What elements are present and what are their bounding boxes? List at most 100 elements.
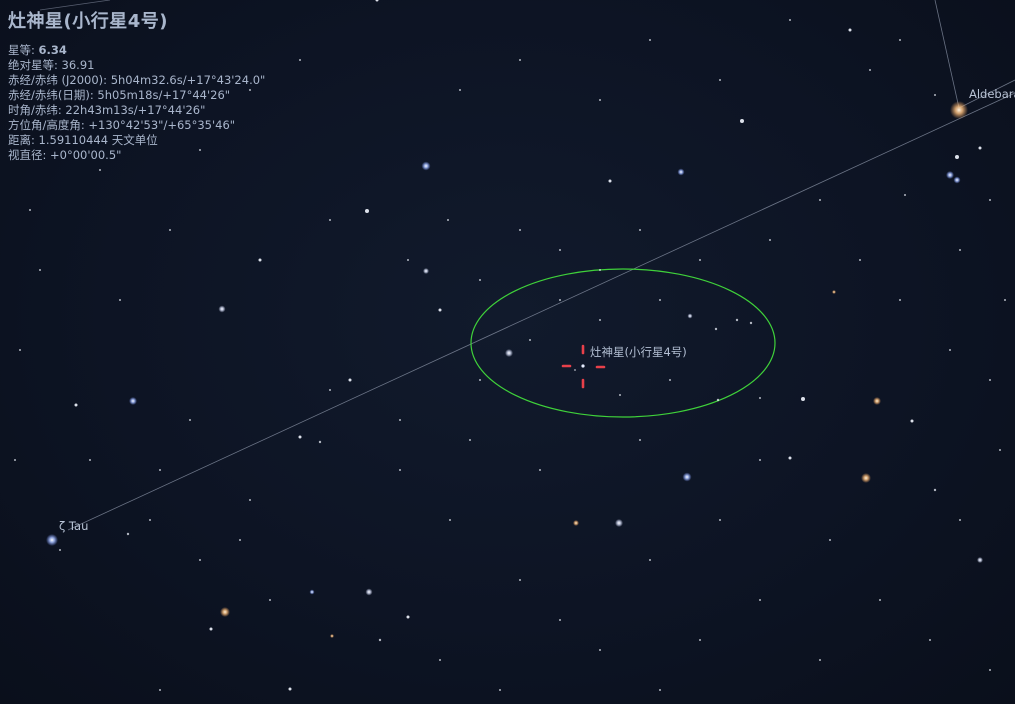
star[interactable]	[879, 599, 881, 601]
star[interactable]	[699, 259, 701, 261]
star[interactable]	[682, 472, 692, 482]
star[interactable]	[699, 639, 701, 641]
star[interactable]	[239, 539, 241, 541]
star[interactable]	[759, 459, 761, 461]
star[interactable]	[499, 689, 501, 691]
star[interactable]	[1004, 299, 1006, 301]
star[interactable]	[859, 259, 861, 261]
star[interactable]	[469, 439, 471, 441]
star[interactable]	[819, 659, 821, 661]
star[interactable]	[999, 449, 1001, 451]
star[interactable]	[365, 588, 373, 596]
star[interactable]	[599, 649, 601, 651]
star[interactable]	[848, 28, 852, 32]
star[interactable]	[29, 209, 31, 211]
star[interactable]	[74, 403, 78, 407]
star[interactable]	[119, 299, 121, 301]
star[interactable]	[309, 589, 315, 595]
star[interactable]	[519, 59, 521, 61]
star[interactable]	[348, 378, 352, 382]
star[interactable]	[159, 689, 161, 691]
star[interactable]	[19, 349, 21, 351]
star[interactable]	[14, 459, 16, 461]
star[interactable]	[769, 239, 771, 241]
star[interactable]	[959, 519, 961, 521]
star[interactable]	[789, 19, 791, 21]
star[interactable]	[479, 279, 481, 281]
star[interactable]	[910, 419, 914, 423]
star[interactable]	[639, 439, 641, 441]
star[interactable]	[46, 534, 58, 546]
star[interactable]	[946, 171, 954, 179]
star[interactable]	[330, 634, 334, 638]
star[interactable]	[955, 155, 959, 159]
star[interactable]	[599, 99, 601, 101]
sky-view[interactable]: 灶神星(小行星4号) 星等: 6.34 绝对星等: 36.91 赤经/赤纬 (J…	[0, 0, 1015, 704]
selected-object-marker[interactable]	[581, 364, 585, 368]
star[interactable]	[159, 469, 161, 471]
star[interactable]	[479, 379, 481, 381]
star[interactable]	[126, 532, 130, 536]
star[interactable]	[199, 559, 201, 561]
star[interactable]	[953, 176, 961, 184]
star[interactable]	[421, 161, 431, 171]
star[interactable]	[559, 249, 561, 251]
star[interactable]	[788, 456, 792, 460]
star[interactable]	[298, 435, 302, 439]
star[interactable]	[438, 308, 442, 312]
star[interactable]	[249, 499, 251, 501]
star[interactable]	[861, 473, 871, 483]
star[interactable]	[318, 440, 322, 444]
star[interactable]	[899, 299, 901, 301]
star[interactable]	[539, 469, 541, 471]
star[interactable]	[258, 258, 262, 262]
star[interactable]	[740, 119, 744, 123]
star[interactable]	[759, 599, 761, 601]
star[interactable]	[659, 689, 661, 691]
star[interactable]	[99, 169, 101, 171]
star[interactable]	[619, 394, 621, 396]
star[interactable]	[220, 607, 230, 617]
star[interactable]	[989, 199, 991, 201]
star[interactable]	[639, 229, 641, 231]
star[interactable]	[169, 229, 171, 231]
star[interactable]	[659, 299, 661, 301]
star[interactable]	[559, 299, 561, 301]
star[interactable]	[399, 419, 401, 421]
star[interactable]	[529, 339, 531, 341]
star[interactable]	[978, 146, 982, 150]
star[interactable]	[288, 687, 292, 691]
star[interactable]	[873, 397, 881, 405]
star-label-aldebaran[interactable]: Aldebaran	[969, 87, 1015, 101]
star[interactable]	[423, 268, 429, 274]
star[interactable]	[329, 219, 331, 221]
star[interactable]	[209, 627, 213, 631]
star[interactable]	[459, 89, 461, 91]
star[interactable]	[599, 319, 601, 321]
star[interactable]	[406, 615, 410, 619]
star[interactable]	[904, 194, 906, 196]
star[interactable]	[829, 539, 831, 541]
star[interactable]	[218, 305, 226, 313]
star[interactable]	[899, 39, 901, 41]
star[interactable]	[329, 389, 331, 391]
star[interactable]	[677, 168, 685, 176]
star[interactable]	[505, 349, 513, 357]
star[interactable]	[59, 549, 61, 551]
star[interactable]	[669, 379, 671, 381]
star[interactable]	[819, 199, 821, 201]
star[interactable]	[989, 669, 991, 671]
star[interactable]	[574, 369, 576, 371]
star[interactable]	[573, 520, 579, 526]
star[interactable]	[950, 101, 968, 119]
star[interactable]	[929, 639, 931, 641]
star[interactable]	[977, 557, 983, 563]
star[interactable]	[832, 290, 836, 294]
star[interactable]	[519, 229, 521, 231]
star[interactable]	[934, 94, 936, 96]
star-label-zeta-tau[interactable]: ζ Tau	[59, 519, 88, 533]
star[interactable]	[269, 599, 271, 601]
star[interactable]	[439, 659, 441, 661]
star[interactable]	[759, 397, 761, 399]
star[interactable]	[447, 219, 449, 221]
